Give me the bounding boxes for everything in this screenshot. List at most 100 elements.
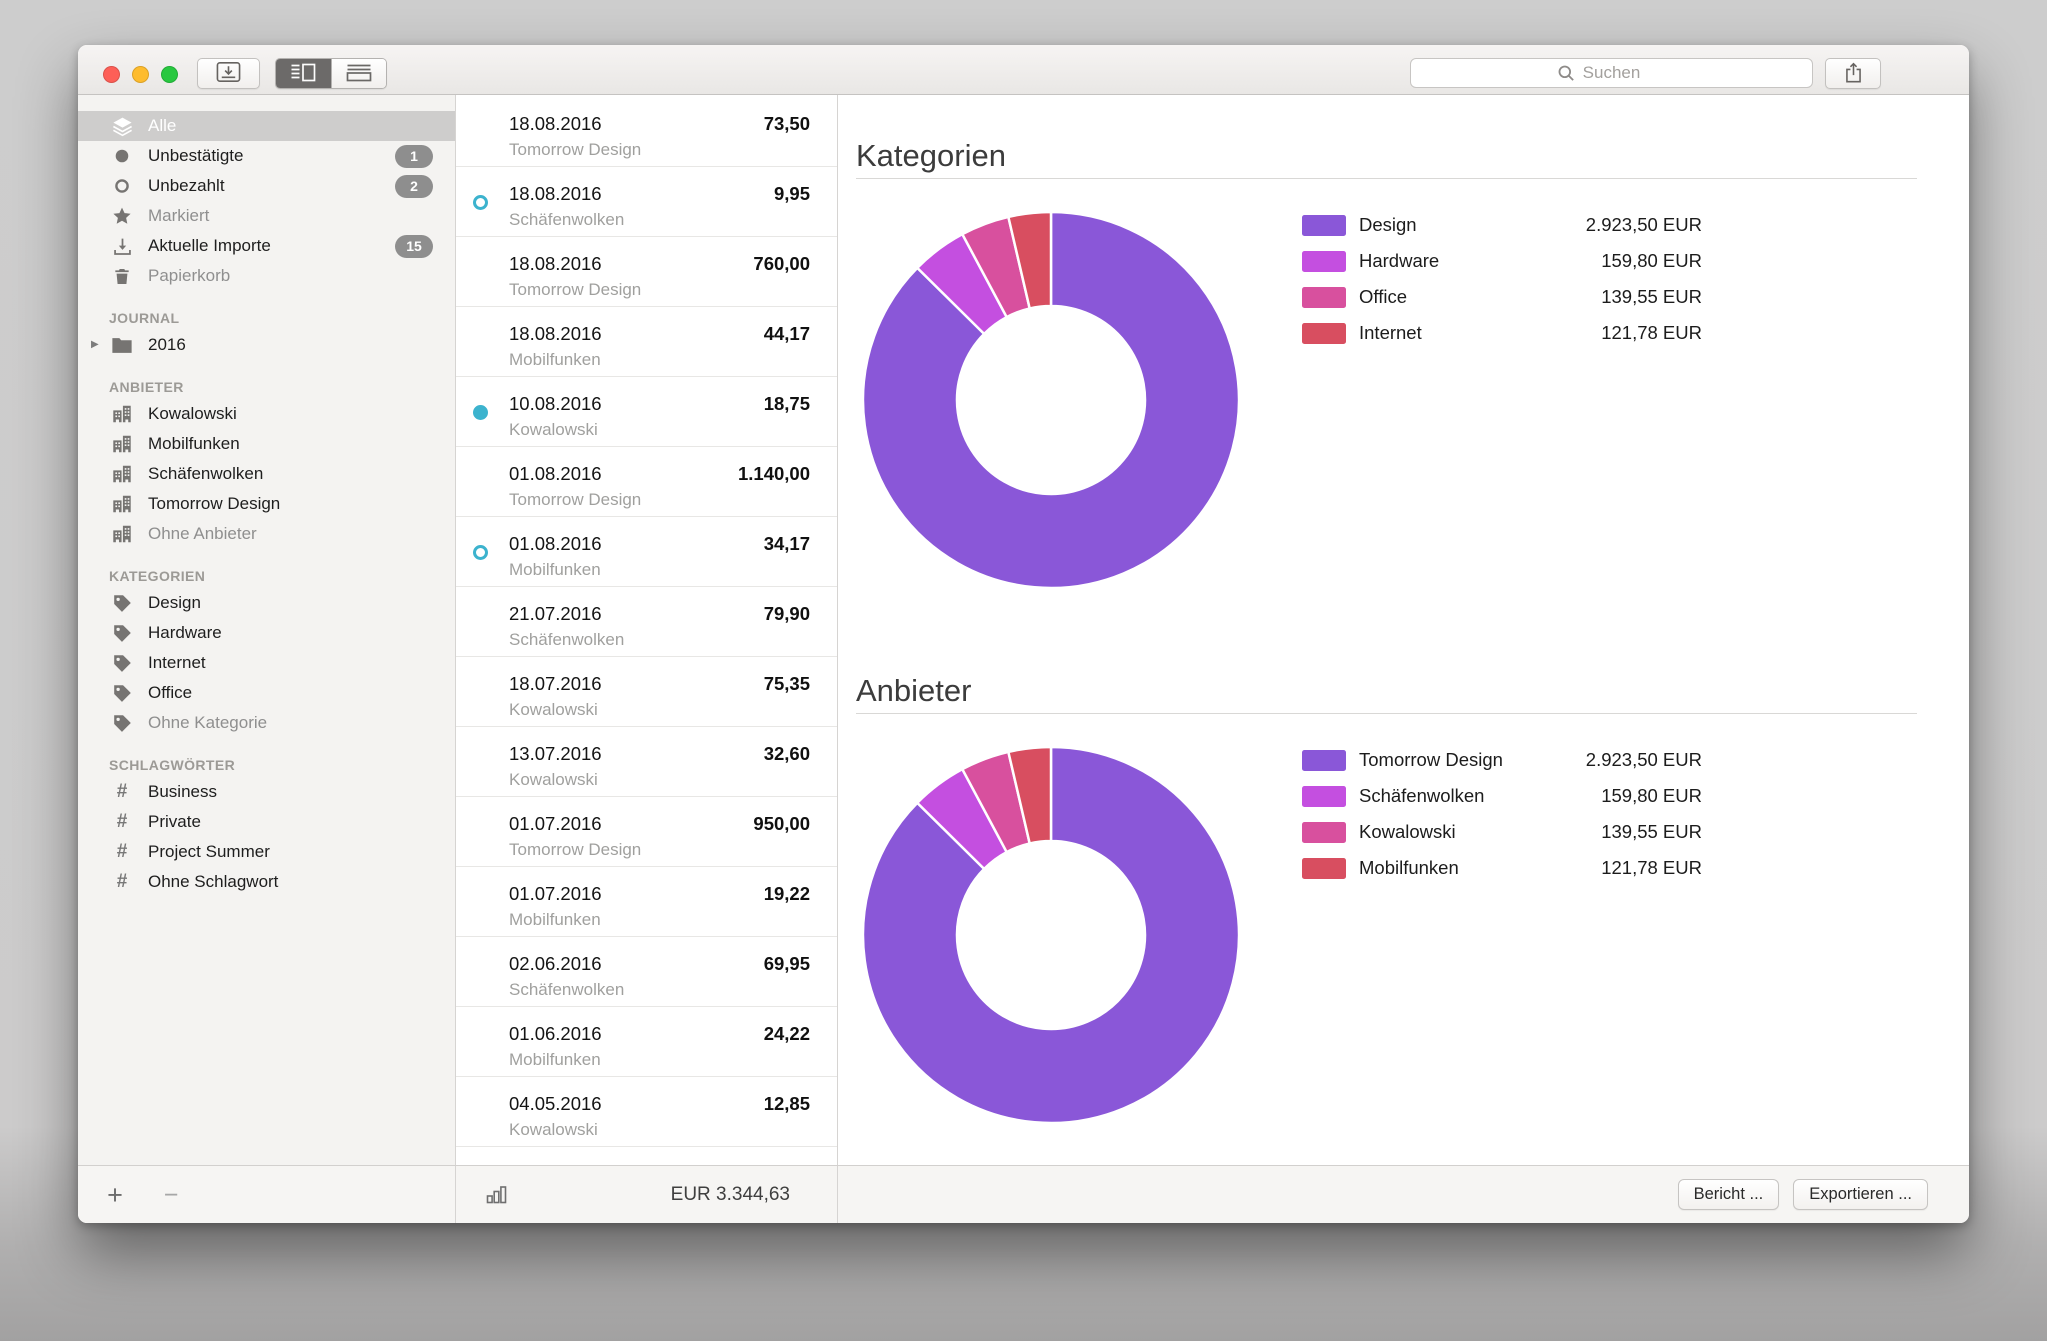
- import-button[interactable]: [197, 58, 260, 89]
- sidebar-item-papierkorb[interactable]: Papierkorb: [78, 261, 455, 291]
- sidebar-item-hardware[interactable]: Hardware: [78, 618, 455, 648]
- export-button[interactable]: Exportieren ...: [1793, 1179, 1928, 1210]
- hash-icon: #: [110, 871, 134, 893]
- list-item-amount: 19,22: [764, 883, 810, 905]
- app-window: AlleUnbestätigte1Unbezahlt2 Markiert Aktue…: [78, 45, 1969, 1223]
- sidebar-item-alle[interactable]: Alle: [78, 111, 455, 141]
- share-button[interactable]: [1825, 58, 1881, 89]
- status-bar: + − EUR 3.344,63 Bericht ... Exportieren…: [78, 1165, 1969, 1223]
- sidebar-item-label: Private: [148, 812, 201, 832]
- hash-icon: #: [110, 811, 134, 833]
- sidebar-item-internet[interactable]: Internet: [78, 648, 455, 678]
- sidebar-item-private[interactable]: # Private: [78, 807, 455, 837]
- add-button[interactable]: +: [100, 1177, 130, 1213]
- list-item[interactable]: 18.08.2016760,00Tomorrow Design: [456, 237, 837, 307]
- list-item[interactable]: 18.08.201644,17Mobilfunken: [456, 307, 837, 377]
- sidebar-item-ohne-anbieter[interactable]: Ohne Anbieter: [78, 519, 455, 549]
- sidebar-item-label: 2016: [148, 335, 186, 355]
- legend-label: Hardware: [1359, 250, 1601, 272]
- legend-value: 159,80 EUR: [1601, 250, 1702, 272]
- toolbar: [78, 45, 1969, 95]
- count-badge: 1: [395, 145, 433, 168]
- search-input[interactable]: [1411, 59, 1812, 87]
- tag-icon: [110, 653, 134, 674]
- list-item-date: 01.07.2016: [509, 813, 602, 835]
- sidebar-item-aktuelle-importe[interactable]: Aktuelle Importe15: [78, 231, 455, 261]
- status-dot-filled: [473, 405, 488, 420]
- sidebar-item-label: Markiert: [148, 206, 209, 226]
- list-item[interactable]: 21.07.201679,90Schäfenwolken: [456, 587, 837, 657]
- list-item-vendor: Kowalowski: [509, 700, 598, 720]
- close-button[interactable]: [103, 66, 120, 83]
- sidebar-item-design[interactable]: Design: [78, 588, 455, 618]
- donut-chart-anbieter: [856, 740, 1246, 1130]
- legend-label: Office: [1359, 286, 1601, 308]
- list-item-amount: 73,50: [764, 113, 810, 135]
- list-item-amount: 69,95: [764, 953, 810, 975]
- sidebar-item-unbest-tigte[interactable]: Unbestätigte1: [78, 141, 455, 171]
- status-list-section: EUR 3.344,63: [456, 1166, 838, 1223]
- list-item[interactable]: 18.07.201675,35Kowalowski: [456, 657, 837, 727]
- sidebar-item-label: Project Summer: [148, 842, 270, 862]
- zoom-button[interactable]: [161, 66, 178, 83]
- list-detail-view-icon: [290, 63, 316, 85]
- list-item[interactable]: 10.08.201618,75Kowalowski: [456, 377, 837, 447]
- legend-label: Mobilfunken: [1359, 857, 1601, 879]
- hash-icon: #: [110, 781, 134, 803]
- sidebar-item-2016[interactable]: ▶ 2016: [78, 330, 455, 360]
- tag-icon: [110, 683, 134, 704]
- view-list-detail-button[interactable]: [276, 59, 332, 88]
- legend-row: Office139,55 EUR: [1302, 279, 1702, 315]
- legend-row: Internet121,78 EUR: [1302, 315, 1702, 351]
- tag-icon: [110, 593, 134, 614]
- list-item-vendor: Tomorrow Design: [509, 140, 641, 160]
- list-item[interactable]: 01.08.201634,17Mobilfunken: [456, 517, 837, 587]
- sidebar-item-sch-fenwolken[interactable]: Schäfenwolken: [78, 459, 455, 489]
- list-item-vendor: Schäfenwolken: [509, 210, 624, 230]
- list-item[interactable]: 13.07.201632,60Kowalowski: [456, 727, 837, 797]
- legend-label: Internet: [1359, 322, 1601, 344]
- list-item-vendor: Schäfenwolken: [509, 630, 624, 650]
- chart-legend: Design2.923,50 EURHardware159,80 EUROffi…: [1302, 205, 1702, 595]
- list-item[interactable]: 01.08.20161.140,00Tomorrow Design: [456, 447, 837, 517]
- sidebar-item-unbezahlt[interactable]: Unbezahlt2: [78, 171, 455, 201]
- legend-label: Tomorrow Design: [1359, 749, 1586, 771]
- list-item-date: 01.07.2016: [509, 883, 602, 905]
- list-item[interactable]: 18.08.20169,95Schäfenwolken: [456, 167, 837, 237]
- sidebar-item-ohne-schlagwort[interactable]: # Ohne Schlagwort: [78, 867, 455, 897]
- status-dot-open: [473, 195, 488, 210]
- sidebar-item-label: Ohne Schlagwort: [148, 872, 278, 892]
- report-button[interactable]: Bericht ...: [1678, 1179, 1780, 1210]
- view-rows-button[interactable]: [332, 59, 387, 88]
- sidebar-item-business[interactable]: #Business: [78, 777, 455, 807]
- sidebar-item-label: Office: [148, 683, 192, 703]
- list-item-amount: 79,90: [764, 603, 810, 625]
- list-item[interactable]: 02.06.201669,95Schäfenwolken: [456, 937, 837, 1007]
- import-tray-icon: [216, 61, 241, 86]
- sidebar-item-tomorrow-design[interactable]: Tomorrow Design: [78, 489, 455, 519]
- sidebar-item-markiert[interactable]: Markiert: [78, 201, 455, 231]
- list-item[interactable]: 01.07.2016950,00Tomorrow Design: [456, 797, 837, 867]
- bar-chart-icon[interactable]: [486, 1185, 508, 1204]
- building-icon: [110, 403, 134, 425]
- sidebar-item-label: Design: [148, 593, 201, 613]
- sidebar-item-kowalowski[interactable]: Kowalowski: [78, 399, 455, 429]
- total-amount: EUR 3.344,63: [671, 1184, 790, 1206]
- list-item-date: 10.08.2016: [509, 393, 602, 415]
- remove-button[interactable]: −: [156, 1177, 186, 1213]
- sidebar-item-label: Aktuelle Importe: [148, 236, 271, 256]
- sidebar-item-office[interactable]: Office: [78, 678, 455, 708]
- list-item-vendor: Tomorrow Design: [509, 490, 641, 510]
- list-item[interactable]: 18.08.201673,50Tomorrow Design: [456, 97, 837, 167]
- list-item[interactable]: 04.05.201612,85Kowalowski: [456, 1077, 837, 1147]
- disclosure-triangle-icon[interactable]: ▶: [91, 339, 99, 350]
- minimize-button[interactable]: [132, 66, 149, 83]
- list-item-amount: 18,75: [764, 393, 810, 415]
- sidebar-item-ohne-kategorie[interactable]: Ohne Kategorie: [78, 708, 455, 738]
- sidebar-item-project-summer[interactable]: #Project Summer: [78, 837, 455, 867]
- donut-chart-kategorien: [856, 205, 1246, 595]
- sidebar-item-mobilfunken[interactable]: Mobilfunken: [78, 429, 455, 459]
- list-item[interactable]: 01.07.201619,22Mobilfunken: [456, 867, 837, 937]
- sidebar-item-label: Kowalowski: [148, 404, 237, 424]
- list-item[interactable]: 01.06.201624,22Mobilfunken: [456, 1007, 837, 1077]
